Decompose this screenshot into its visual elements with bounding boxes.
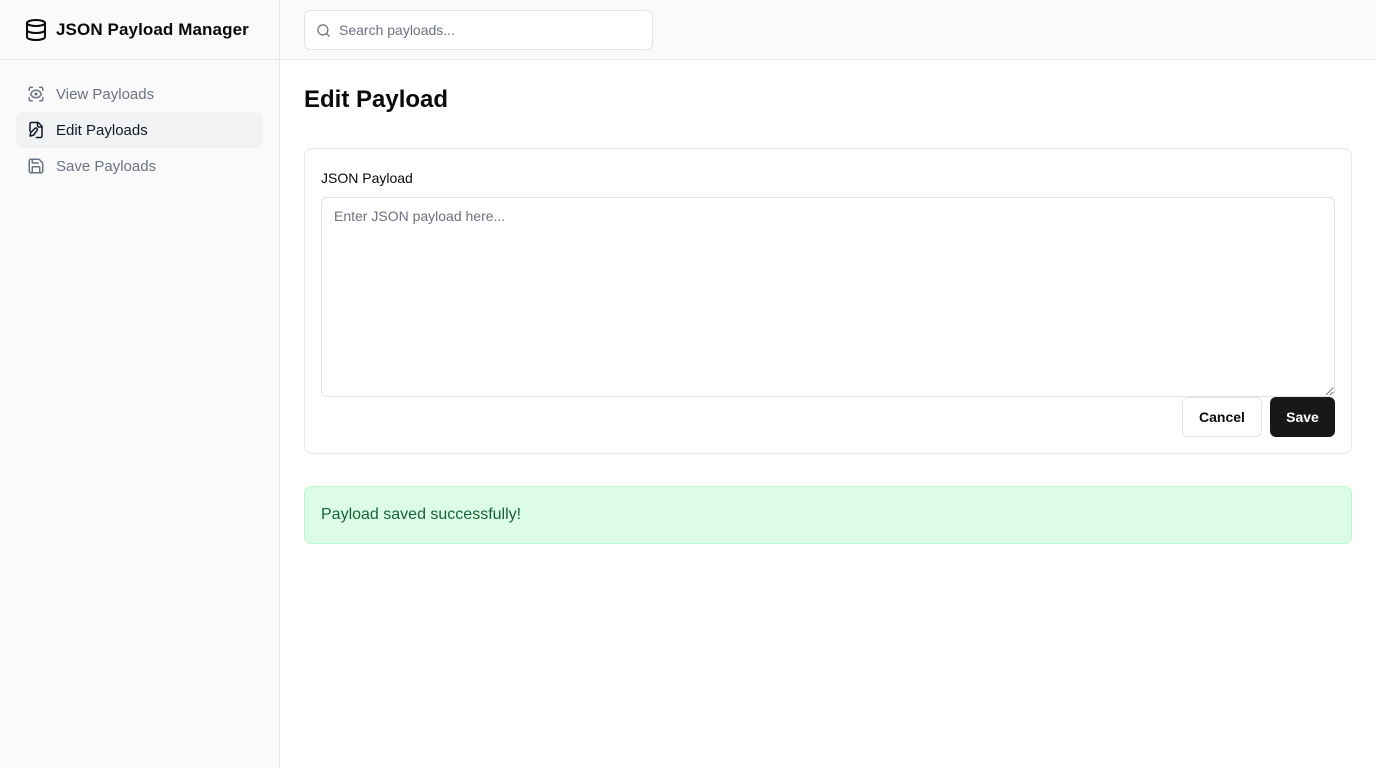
search-input[interactable] bbox=[339, 22, 639, 38]
search-icon bbox=[316, 23, 331, 38]
sidebar-item-edit-payloads[interactable]: Edit Payloads bbox=[16, 112, 263, 148]
floppy-disk-icon bbox=[27, 157, 45, 175]
sidebar-item-save-payloads[interactable]: Save Payloads bbox=[16, 148, 263, 184]
search-box[interactable] bbox=[304, 10, 653, 50]
file-edit-icon bbox=[27, 121, 45, 139]
sidebar-item-label: Edit Payloads bbox=[56, 121, 148, 139]
sidebar-item-label: Save Payloads bbox=[56, 157, 157, 175]
brand: JSON Payload Manager bbox=[0, 0, 279, 60]
sidebar-nav: View Payloads Edit Payloads Save Payload… bbox=[0, 60, 279, 200]
success-alert-message: Payload saved successfully! bbox=[321, 506, 522, 523]
json-payload-label: JSON Payload bbox=[321, 170, 413, 186]
eye-scan-icon bbox=[27, 85, 45, 103]
payload-editor-card: JSON Payload Cancel Save bbox=[304, 148, 1352, 454]
sidebar: JSON Payload Manager View Payloads Edit … bbox=[0, 0, 280, 768]
save-button[interactable]: Save bbox=[1270, 397, 1335, 437]
success-alert: Payload saved successfully! bbox=[304, 486, 1352, 544]
sidebar-item-label: View Payloads bbox=[56, 85, 155, 103]
app-title: JSON Payload Manager bbox=[56, 19, 249, 39]
page-title: Edit Payload bbox=[304, 86, 449, 113]
cancel-button[interactable]: Cancel bbox=[1182, 397, 1262, 437]
top-bar bbox=[280, 0, 1376, 60]
json-payload-textarea[interactable] bbox=[321, 197, 1335, 397]
sidebar-item-view-payloads[interactable]: View Payloads bbox=[16, 76, 263, 112]
database-icon bbox=[24, 18, 48, 42]
